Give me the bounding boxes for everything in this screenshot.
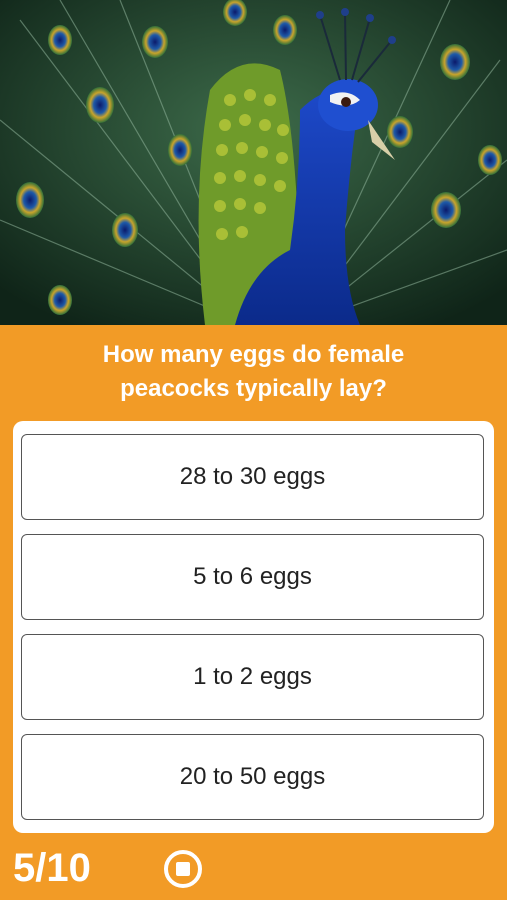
question-line-1: How many eggs do female — [102, 341, 405, 368]
stop-button[interactable] — [162, 848, 204, 890]
question-image — [0, 0, 507, 325]
stop-circle-icon — [164, 850, 202, 888]
question-progress: 5/10 — [13, 846, 91, 890]
question-line-2: peacocks typically lay? — [120, 375, 387, 402]
answer-option-2[interactable]: 5 to 6 eggs — [21, 534, 484, 620]
answer-option-3[interactable]: 1 to 2 eggs — [21, 634, 484, 720]
answer-card: 28 to 30 eggs 5 to 6 eggs 1 to 2 eggs 20… — [13, 421, 494, 833]
question-text: How many eggs do female peacocks typical… — [0, 338, 507, 406]
footer-bar: 5/10 — [0, 836, 507, 900]
answer-option-4[interactable]: 20 to 50 eggs — [21, 734, 484, 820]
answer-option-1[interactable]: 28 to 30 eggs — [21, 434, 484, 520]
